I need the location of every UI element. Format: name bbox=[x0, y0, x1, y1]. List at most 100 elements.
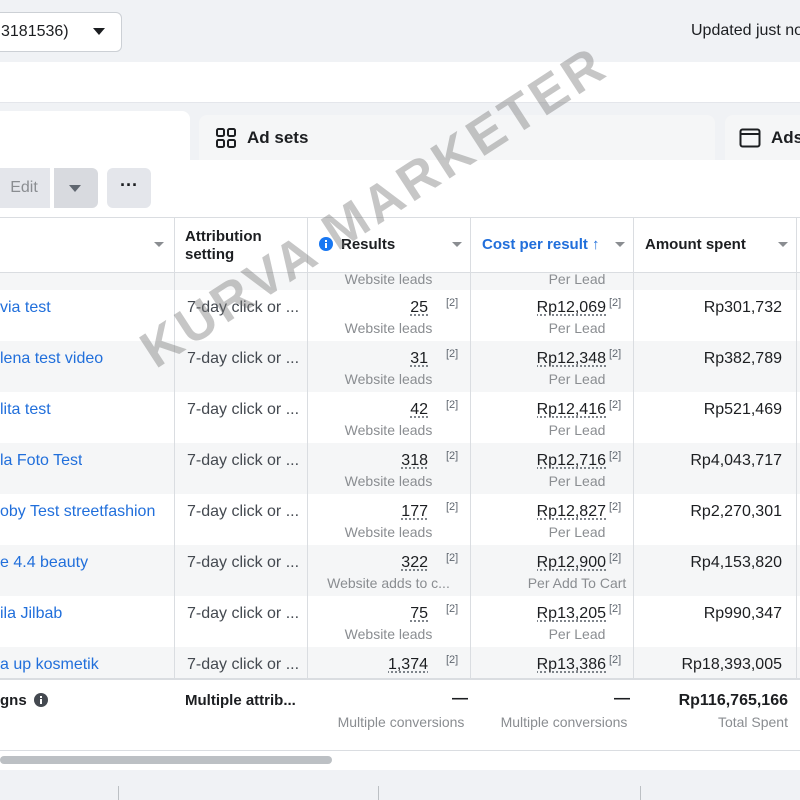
header-results[interactable]: Results bbox=[308, 218, 470, 272]
footer-name-label: gns bbox=[0, 692, 27, 709]
results-value[interactable]: 75 bbox=[410, 605, 428, 623]
table-row[interactable]: ila Jilbab 7-day click or ... 75 [2] Website… bbox=[0, 596, 800, 647]
column-divider bbox=[796, 218, 797, 750]
attribution-setting: 7-day click or ... bbox=[187, 503, 299, 521]
amount-spent-value: Rp990,347 bbox=[704, 605, 782, 623]
table-footer-totals: gns Multiple attrib... — Multiple conver… bbox=[0, 678, 800, 750]
campaign-name-link[interactable]: a up kosmetik bbox=[0, 656, 99, 674]
column-divider bbox=[633, 218, 634, 750]
toolbar: Edit ··· bbox=[0, 160, 800, 216]
tab-ad-sets[interactable]: Ad sets bbox=[199, 115, 715, 161]
campaign-name-link[interactable]: e 4.4 beauty bbox=[0, 554, 88, 572]
cost-per-result-type: Per Lead bbox=[472, 371, 682, 387]
header-amount-spent[interactable]: Amount spent bbox=[634, 218, 796, 272]
table-row[interactable]: lita test 7-day click or ... 42 [2] Website … bbox=[0, 392, 800, 443]
campaign-name-link[interactable]: via test bbox=[0, 299, 51, 317]
cost-per-result-type: Per Lead bbox=[472, 524, 682, 540]
campaign-name-link[interactable]: lita test bbox=[0, 401, 51, 419]
cost-per-result-value[interactable]: Rp12,716 bbox=[537, 452, 606, 470]
campaign-name-link[interactable]: la Foto Test bbox=[0, 452, 82, 470]
results-value[interactable]: 42 bbox=[410, 401, 428, 419]
column-divider bbox=[174, 218, 175, 750]
cost-per-result-type: Per Lead bbox=[472, 473, 682, 489]
results-footnote: [2] bbox=[446, 399, 458, 411]
ad-window-icon bbox=[739, 127, 761, 149]
column-divider bbox=[307, 218, 308, 750]
footer-attribution: Multiple attrib... bbox=[185, 692, 296, 709]
results-type: Website leads bbox=[308, 422, 469, 438]
campaign-name-link[interactable]: ila Jilbab bbox=[0, 605, 62, 623]
results-value[interactable]: 177 bbox=[401, 503, 428, 521]
column-divider bbox=[470, 218, 471, 750]
scrollbar-thumb[interactable] bbox=[0, 756, 332, 764]
results-footnote: [2] bbox=[446, 654, 458, 666]
cost-per-result-value[interactable]: Rp12,348 bbox=[537, 350, 606, 368]
results-value[interactable]: 25 bbox=[410, 299, 428, 317]
table-row[interactable]: la Foto Test 7-day click or ... 318 [2] Webs… bbox=[0, 443, 800, 494]
header-results-label: Results bbox=[341, 236, 395, 253]
header-attribution-label: Attribution setting bbox=[185, 228, 262, 263]
cost-per-result-value[interactable]: Rp12,900 bbox=[537, 554, 606, 572]
results-footnote: [2] bbox=[446, 348, 458, 360]
amount-spent-value: Rp4,153,820 bbox=[690, 554, 782, 572]
edit-button[interactable]: Edit bbox=[0, 168, 50, 208]
tab-ad-sets-label: Ad sets bbox=[247, 128, 308, 148]
cost-per-result-value[interactable]: Rp12,827 bbox=[537, 503, 606, 521]
top-bar: 3181536) Updated just no bbox=[0, 0, 800, 62]
footer-results-value: — bbox=[452, 690, 468, 708]
results-value[interactable]: 31 bbox=[410, 350, 428, 368]
campaign-name-link[interactable]: lena test video bbox=[0, 350, 103, 368]
header-name[interactable] bbox=[0, 218, 174, 272]
results-value[interactable]: 1,374 bbox=[388, 656, 428, 674]
divider bbox=[378, 786, 379, 800]
cost-per-result-value[interactable]: Rp12,069 bbox=[537, 299, 606, 317]
results-footnote: [2] bbox=[446, 297, 458, 309]
campaign-name-link[interactable]: oby Test streetfashion bbox=[0, 503, 155, 521]
attribution-setting: 7-day click or ... bbox=[187, 401, 299, 419]
tab-campaigns[interactable] bbox=[0, 111, 190, 163]
table-row[interactable]: via test 7-day click or ... 25 [2] Website l… bbox=[0, 290, 800, 341]
horizontal-scrollbar[interactable] bbox=[0, 750, 800, 770]
footer-name: gns bbox=[0, 692, 48, 709]
account-selector-label: 3181536) bbox=[1, 23, 69, 41]
table-row[interactable]: e 4.4 beauty 7-day click or ... 322 [2] Webs… bbox=[0, 545, 800, 596]
results-type: Website leads bbox=[308, 473, 469, 489]
results-type: Website leads bbox=[308, 626, 469, 642]
results-value[interactable]: 318 bbox=[401, 452, 428, 470]
cost-per-result-value[interactable]: Rp13,205 bbox=[537, 605, 606, 623]
info-icon bbox=[319, 237, 333, 251]
attribution-setting: 7-day click or ... bbox=[187, 605, 299, 623]
attribution-setting: 7-day click or ... bbox=[187, 350, 299, 368]
grid-icon bbox=[215, 127, 237, 149]
cost-per-result-value[interactable]: Rp12,416 bbox=[537, 401, 606, 419]
cost-per-result-type: Per Lead bbox=[472, 422, 682, 438]
table-row[interactable]: oby Test streetfashion 7-day click or ...… bbox=[0, 494, 800, 545]
spacer bbox=[0, 62, 800, 102]
attribution-setting: 7-day click or ... bbox=[187, 299, 299, 317]
results-type: Website leads bbox=[308, 524, 469, 540]
more-options-button[interactable]: ··· bbox=[107, 168, 151, 208]
results-footnote: [2] bbox=[446, 603, 458, 615]
tab-ads-label: Ads bbox=[771, 128, 800, 148]
cost-per-result-value[interactable]: Rp13,386 bbox=[537, 656, 606, 674]
cost-footnote: [2] bbox=[609, 552, 621, 564]
sort-caret-icon bbox=[778, 242, 788, 247]
table-row-partial[interactable]: Website leads Per Lead bbox=[0, 273, 800, 290]
footer-amount-sub: Total Spent bbox=[718, 714, 788, 730]
results-value[interactable]: 322 bbox=[401, 554, 428, 572]
edit-dropdown-button[interactable] bbox=[54, 168, 98, 208]
account-selector[interactable]: 3181536) bbox=[0, 12, 122, 52]
footer-results-sub: Multiple conversions bbox=[308, 714, 494, 730]
cost-per-result-type: Per Lead bbox=[472, 320, 682, 336]
sort-caret-icon bbox=[452, 242, 462, 247]
table-row[interactable]: lena test video 7-day click or ... 31 [2] We… bbox=[0, 341, 800, 392]
cost-footnote: [2] bbox=[609, 348, 621, 360]
cost-footnote: [2] bbox=[609, 654, 621, 666]
amount-spent-value: Rp4,043,717 bbox=[690, 452, 782, 470]
tab-ads[interactable]: Ads bbox=[725, 115, 800, 161]
amount-spent-value: Rp301,732 bbox=[704, 299, 782, 317]
results-type: Website leads bbox=[308, 320, 469, 336]
results-footnote: [2] bbox=[446, 450, 458, 462]
amount-spent-value: Rp18,393,005 bbox=[681, 656, 782, 674]
header-cost-per-result[interactable]: Cost per result ↑ bbox=[471, 218, 633, 272]
